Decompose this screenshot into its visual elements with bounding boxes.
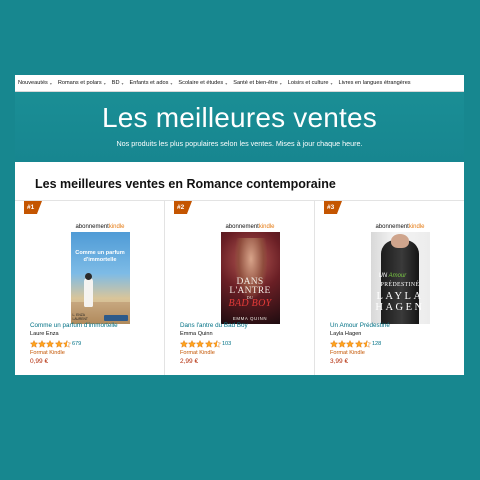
- product-price: 3,99 €: [330, 358, 349, 365]
- cover-figure: [83, 277, 93, 307]
- star-icon: [180, 339, 188, 348]
- star-icon: [54, 339, 63, 348]
- cover-title: PRÉDESTINÉ: [380, 282, 420, 288]
- product-info: Comme un parfum d'immortelle Laure Enza …: [30, 321, 170, 367]
- cover-title: DANS L'ANTRE DU BAD BOY: [228, 277, 272, 309]
- cover-title: Comme un parfum d'immortelle: [75, 250, 125, 263]
- star-icon: [38, 339, 47, 348]
- book-cover[interactable]: DANS L'ANTRE DU BAD BOY EMMA QUINN: [220, 232, 280, 324]
- nav-item-loisirs-culture[interactable]: Loisirs et culture ▾: [288, 80, 333, 86]
- product-format[interactable]: Format Kindle: [30, 349, 170, 357]
- product-format[interactable]: Format Kindle: [180, 349, 320, 357]
- star-icon: [30, 339, 38, 348]
- chevron-down-icon: ▾: [330, 80, 333, 86]
- star-icon: [188, 339, 197, 348]
- nav-item-sante-bien-etre[interactable]: Santé et bien-être ▾: [233, 80, 281, 86]
- product-title-link[interactable]: Comme un parfum d'immortelle: [30, 321, 170, 330]
- star-icon: [354, 339, 363, 348]
- nav-item-enfants-ados[interactable]: Enfants et ados ▾: [130, 80, 173, 86]
- cover-title-script: UN Amour: [378, 273, 407, 279]
- product-title-link[interactable]: Un Amour Prédestiné: [330, 321, 464, 330]
- star-icon: [46, 339, 55, 348]
- nav-item-langues-etrangeres[interactable]: Livres en langues étrangères: [338, 80, 410, 86]
- rank-badge: #3: [324, 201, 342, 214]
- nav-item-scolaire-etudes[interactable]: Scolaire et études ▾: [178, 80, 227, 86]
- book-cover[interactable]: UN Amour PRÉDESTINÉ LAYLA HAGEN: [370, 232, 430, 324]
- chevron-down-icon: ▾: [170, 80, 173, 86]
- chevron-down-icon: ▾: [121, 80, 124, 86]
- star-rating[interactable]: [30, 339, 71, 348]
- chevron-down-icon: ▾: [279, 80, 282, 86]
- rating-row: 128: [330, 338, 464, 349]
- cover-author: L. ENZA LAURENT: [72, 313, 88, 321]
- hero-banner: Les meilleures ventes Nos produits les p…: [15, 92, 464, 162]
- product-card: #2 abonnementkindle DANS L'ANTRE DU BAD …: [165, 201, 315, 375]
- product-format[interactable]: Format Kindle: [330, 349, 464, 357]
- rank-badge: #1: [24, 201, 42, 214]
- cover-figure-head: [390, 234, 409, 248]
- star-icon: [212, 339, 221, 348]
- kindle-unlimited-badge: abonnementkindle: [375, 224, 425, 230]
- star-icon: [204, 339, 213, 348]
- star-icon: [346, 339, 355, 348]
- book-cover[interactable]: Comme un parfum d'immortelle L. ENZA LAURE…: [70, 232, 130, 324]
- nav-item-romans-polars[interactable]: Romans et polars ▾: [58, 80, 106, 86]
- rating-row: 679: [30, 338, 170, 349]
- product-author: Layla Hagen: [330, 331, 362, 337]
- star-icon: [62, 339, 71, 348]
- product-card: #1 abonnementkindle Comme un parfum d'imm…: [15, 201, 165, 375]
- rank-badge: #2: [174, 201, 192, 214]
- page-subtitle: Nos produits les plus populaires selon l…: [116, 139, 363, 148]
- chevron-down-icon: ▾: [103, 80, 106, 86]
- chevron-down-icon: ▾: [225, 80, 228, 86]
- star-rating[interactable]: [180, 339, 221, 348]
- product-author: Emma Quinn: [180, 331, 213, 337]
- kindle-unlimited-badge: abonnementkindle: [225, 224, 275, 230]
- product-price: 2,99 €: [180, 358, 199, 365]
- cover-author: LAYLA HAGEN: [375, 291, 425, 313]
- product-title-link[interactable]: Dans l'antre du Bad Boy: [180, 321, 320, 330]
- star-rating[interactable]: [330, 339, 371, 348]
- star-icon: [362, 339, 371, 348]
- product-image-link[interactable]: abonnementkindle Comme un parfum d'immort…: [65, 223, 135, 324]
- product-image-link[interactable]: abonnementkindle UN Amour PRÉDESTINÉ LAY…: [365, 223, 435, 324]
- star-icon: [196, 339, 205, 348]
- page-card: Nouveautés ▾ Romans et polars ▾ BD ▾ Enfant…: [15, 75, 464, 375]
- product-price: 0,99 €: [30, 358, 49, 365]
- review-count-link[interactable]: 103: [222, 341, 231, 347]
- review-count-link[interactable]: 128: [372, 341, 381, 347]
- bestseller-grid: #1 abonnementkindle Comme un parfum d'imm…: [15, 200, 464, 375]
- review-count-link[interactable]: 679: [72, 341, 81, 347]
- kindle-unlimited-badge: abonnementkindle: [75, 224, 125, 230]
- product-info: Un Amour Prédestiné Layla Hagen 128 Form…: [330, 321, 464, 367]
- category-nav: Nouveautés ▾ Romans et polars ▾ BD ▾ Enfant…: [15, 75, 464, 92]
- star-icon: [338, 339, 347, 348]
- product-card: #3 abonnementkindle UN Amour PRÉDESTINÉ …: [315, 201, 464, 375]
- rating-row: 103: [180, 338, 320, 349]
- star-icon: [330, 339, 338, 348]
- product-image-link[interactable]: abonnementkindle DANS L'ANTRE DU BAD BOY…: [215, 223, 285, 324]
- product-info: Dans l'antre du Bad Boy Emma Quinn 103 F…: [180, 321, 320, 367]
- product-author: Laure Enza: [30, 331, 59, 337]
- nav-item-bd[interactable]: BD ▾: [112, 80, 124, 86]
- page-title: Les meilleures ventes: [102, 102, 377, 133]
- nav-item-nouveautes[interactable]: Nouveautés ▾: [18, 80, 52, 86]
- chevron-down-icon: ▾: [49, 80, 52, 86]
- cover-figure-head: [84, 273, 92, 280]
